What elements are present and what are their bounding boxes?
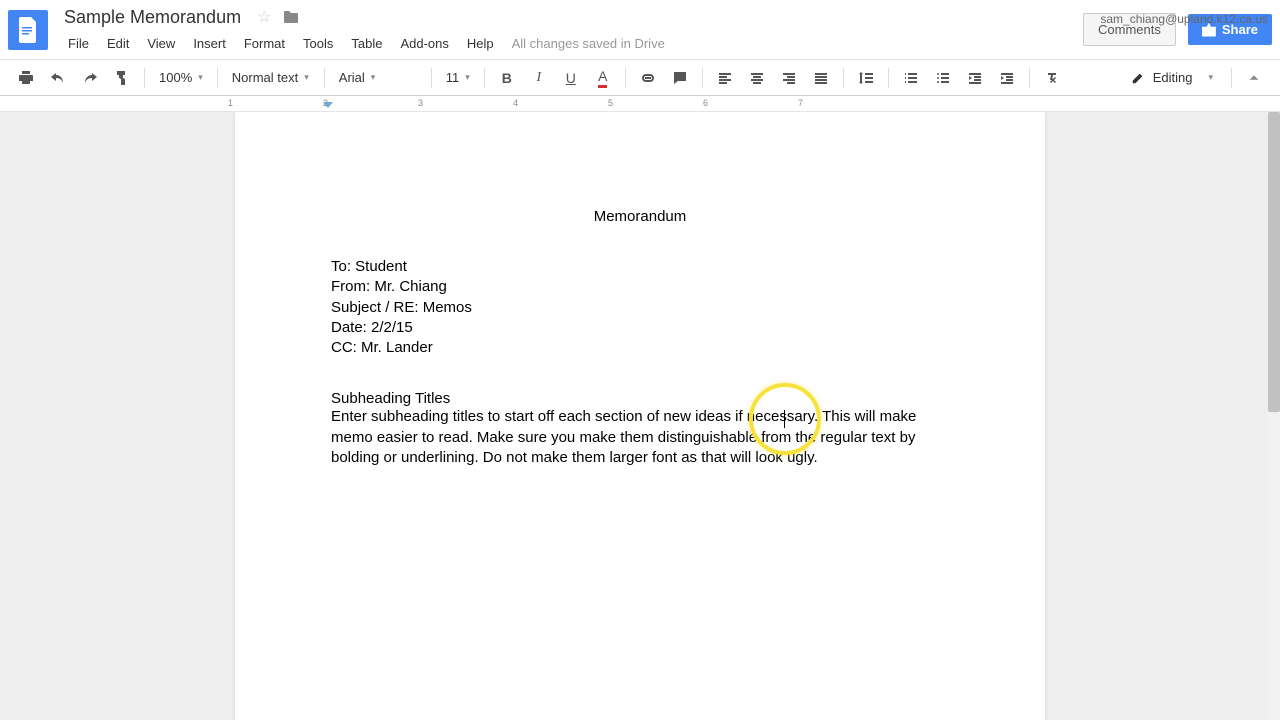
align-left-icon[interactable] (711, 64, 739, 92)
comment-icon[interactable] (666, 64, 694, 92)
separator (888, 68, 889, 88)
docs-logo[interactable] (8, 10, 48, 50)
document-canvas[interactable]: Memorandum To: Student From: Mr. Chiang … (0, 112, 1280, 720)
link-icon[interactable] (634, 64, 662, 92)
ruler-mark: 4 (513, 98, 518, 108)
memo-date[interactable]: Date: 2/2/15 (331, 318, 949, 338)
scrollbar-vertical[interactable] (1268, 112, 1280, 720)
underline-icon[interactable]: U (557, 64, 585, 92)
paint-format-icon[interactable] (108, 64, 136, 92)
folder-icon[interactable] (283, 10, 299, 24)
memo-subject[interactable]: Subject / RE: Memos (331, 298, 949, 318)
memo-body[interactable]: Enter subheading titles to start off eac… (331, 407, 949, 468)
numbered-list-icon[interactable] (897, 64, 925, 92)
menu-format[interactable]: Format (236, 32, 293, 55)
editing-mode-select[interactable]: Editing (1121, 66, 1223, 89)
ruler-mark: 5 (608, 98, 613, 108)
scrollbar-thumb[interactable] (1268, 112, 1280, 412)
ruler-mark: 3 (418, 98, 423, 108)
menu-insert[interactable]: Insert (185, 32, 234, 55)
page[interactable]: Memorandum To: Student From: Mr. Chiang … (235, 112, 1045, 720)
memo-subheading[interactable]: Subheading Titles (331, 390, 949, 407)
separator (144, 68, 145, 88)
decrease-indent-icon[interactable] (961, 64, 989, 92)
text-color-icon[interactable]: A (589, 64, 617, 92)
separator (702, 68, 703, 88)
separator (217, 68, 218, 88)
bold-icon[interactable]: B (493, 64, 521, 92)
menu-file[interactable]: File (60, 32, 97, 55)
ruler-mark: 6 (703, 98, 708, 108)
separator (843, 68, 844, 88)
style-select[interactable]: Normal text (226, 66, 316, 89)
font-select[interactable]: Arial (333, 66, 423, 89)
document-title[interactable]: Sample Memorandum (60, 5, 245, 30)
font-size-select[interactable]: 11 (440, 66, 476, 89)
separator (324, 68, 325, 88)
title-area: Sample Memorandum ☆ File Edit View Inser… (60, 5, 1083, 55)
separator (1029, 68, 1030, 88)
pencil-icon (1131, 71, 1145, 85)
memo-to[interactable]: To: Student (331, 257, 949, 277)
print-icon[interactable] (12, 64, 40, 92)
star-icon[interactable]: ☆ (257, 7, 271, 27)
align-center-icon[interactable] (743, 64, 771, 92)
increase-indent-icon[interactable] (993, 64, 1021, 92)
separator (484, 68, 485, 88)
separator (431, 68, 432, 88)
ruler-mark: 7 (798, 98, 803, 108)
undo-icon[interactable] (44, 64, 72, 92)
ruler-mark: 1 (228, 98, 233, 108)
user-email[interactable]: sam_chiang@upland.k12.ca.us (1100, 12, 1268, 26)
align-justify-icon[interactable] (807, 64, 835, 92)
italic-icon[interactable]: I (525, 64, 553, 92)
menu-tools[interactable]: Tools (295, 32, 341, 55)
zoom-select[interactable]: 100% (153, 66, 209, 89)
memo-cc[interactable]: CC: Mr. Lander (331, 338, 949, 358)
menu-edit[interactable]: Edit (99, 32, 137, 55)
text-cursor (784, 410, 785, 428)
docs-logo-icon (18, 17, 38, 43)
separator (1231, 68, 1232, 88)
menu-bar: File Edit View Insert Format Tools Table… (60, 32, 1083, 55)
hide-menus-icon[interactable] (1240, 64, 1268, 92)
save-status: All changes saved in Drive (512, 36, 665, 51)
redo-icon[interactable] (76, 64, 104, 92)
menu-addons[interactable]: Add-ons (392, 32, 456, 55)
toolbar: 100% Normal text Arial 11 B I U A Editin… (0, 60, 1280, 96)
clear-formatting-icon[interactable] (1038, 64, 1066, 92)
document-heading[interactable]: Memorandum (331, 208, 949, 225)
align-right-icon[interactable] (775, 64, 803, 92)
menu-help[interactable]: Help (459, 32, 502, 55)
ruler[interactable]: 1 2 3 4 5 6 7 (0, 96, 1280, 112)
bulleted-list-icon[interactable] (929, 64, 957, 92)
menu-table[interactable]: Table (343, 32, 390, 55)
line-spacing-icon[interactable] (852, 64, 880, 92)
separator (625, 68, 626, 88)
memo-from[interactable]: From: Mr. Chiang (331, 277, 949, 297)
menu-view[interactable]: View (139, 32, 183, 55)
header: Sample Memorandum ☆ File Edit View Inser… (0, 0, 1280, 60)
editing-mode-label: Editing (1153, 70, 1193, 85)
ruler-mark: 2 (323, 98, 328, 108)
